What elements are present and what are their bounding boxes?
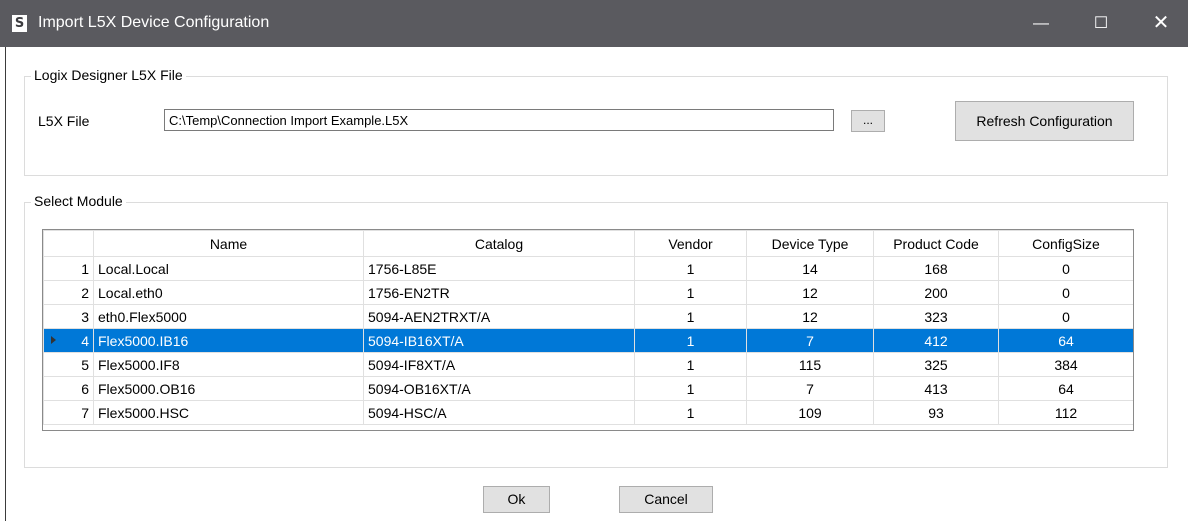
cell-product-code[interactable]: 200 xyxy=(873,280,999,305)
cell-name[interactable]: eth0.Flex5000 xyxy=(93,304,364,329)
cell-vendor[interactable]: 1 xyxy=(634,304,747,329)
module-grid[interactable]: Name Catalog Vendor Device Type Product … xyxy=(42,229,1134,431)
l5x-file-label: L5X File xyxy=(38,113,90,129)
row-header[interactable]: 3 xyxy=(43,304,94,329)
row-header[interactable]: 4 xyxy=(43,328,94,353)
current-row-arrow-icon xyxy=(51,336,56,344)
cell-config-size[interactable]: 64 xyxy=(998,376,1133,401)
cancel-button[interactable]: Cancel xyxy=(619,486,713,513)
cell-config-size[interactable]: 64 xyxy=(998,328,1133,353)
table-row[interactable]: 6 Flex5000.OB16 5094-OB16XT/A 1 7 413 64 xyxy=(43,376,1133,401)
cell-name[interactable]: Local.Local xyxy=(93,256,364,281)
cell-device-type[interactable]: 109 xyxy=(746,400,874,425)
column-header-catalog[interactable]: Catalog xyxy=(363,230,635,257)
column-header-config-size[interactable]: ConfigSize xyxy=(998,230,1133,257)
row-index: 2 xyxy=(81,284,89,301)
cell-catalog[interactable]: 1756-EN2TR xyxy=(363,280,635,305)
cell-product-code[interactable]: 168 xyxy=(873,256,999,281)
cell-catalog[interactable]: 1756-L85E xyxy=(363,256,635,281)
row-index: 3 xyxy=(81,308,89,325)
minimize-icon[interactable]: — xyxy=(1018,0,1064,47)
app-logo-icon: S xyxy=(12,15,27,32)
row-index: 4 xyxy=(81,332,89,349)
cell-product-code[interactable]: 412 xyxy=(873,328,999,353)
cell-catalog[interactable]: 5094-OB16XT/A xyxy=(363,376,635,401)
cell-vendor[interactable]: 1 xyxy=(634,328,747,353)
window-title: Import L5X Device Configuration xyxy=(38,14,270,31)
l5x-file-group-legend: Logix Designer L5X File xyxy=(31,67,186,83)
cell-vendor[interactable]: 1 xyxy=(634,256,747,281)
row-index: 1 xyxy=(81,260,89,277)
cell-device-type[interactable]: 12 xyxy=(746,304,874,329)
cell-config-size[interactable]: 0 xyxy=(998,280,1133,305)
maximize-icon[interactable]: ☐ xyxy=(1078,0,1124,47)
cell-catalog[interactable]: 5094-IF8XT/A xyxy=(363,352,635,377)
cell-product-code[interactable]: 323 xyxy=(873,304,999,329)
column-header-name[interactable]: Name xyxy=(93,230,364,257)
cell-vendor[interactable]: 1 xyxy=(634,352,747,377)
row-index: 6 xyxy=(81,380,89,397)
row-header[interactable]: 7 xyxy=(43,400,94,425)
table-row[interactable]: 5 Flex5000.IF8 5094-IF8XT/A 1 115 325 38… xyxy=(43,352,1133,377)
cell-device-type[interactable]: 115 xyxy=(746,352,874,377)
row-index: 5 xyxy=(81,356,89,373)
close-icon[interactable]: ✕ xyxy=(1138,0,1184,47)
cell-product-code[interactable]: 93 xyxy=(873,400,999,425)
cell-catalog[interactable]: 5094-AEN2TRXT/A xyxy=(363,304,635,329)
row-header[interactable]: 5 xyxy=(43,352,94,377)
cell-device-type[interactable]: 7 xyxy=(746,328,874,353)
cell-device-type[interactable]: 14 xyxy=(746,256,874,281)
cell-name[interactable]: Flex5000.IB16 xyxy=(93,328,364,353)
table-row[interactable]: 4 Flex5000.IB16 5094-IB16XT/A 1 7 412 64 xyxy=(43,328,1133,353)
cell-product-code[interactable]: 325 xyxy=(873,352,999,377)
import-dialog: S Import L5X Device Configuration — ☐ ✕ … xyxy=(0,0,1188,521)
column-header-row-index xyxy=(43,230,94,257)
table-header-row: Name Catalog Vendor Device Type Product … xyxy=(43,230,1133,257)
cell-name[interactable]: Flex5000.OB16 xyxy=(93,376,364,401)
cell-vendor[interactable]: 1 xyxy=(634,376,747,401)
select-module-group-legend: Select Module xyxy=(31,193,126,209)
cell-config-size[interactable]: 0 xyxy=(998,256,1133,281)
cell-device-type[interactable]: 7 xyxy=(746,376,874,401)
ok-button[interactable]: Ok xyxy=(483,486,550,513)
l5x-file-path-input[interactable] xyxy=(164,109,834,131)
module-table: Name Catalog Vendor Device Type Product … xyxy=(43,230,1133,425)
title-bar[interactable]: S Import L5X Device Configuration — ☐ ✕ xyxy=(0,0,1188,47)
cell-vendor[interactable]: 1 xyxy=(634,280,747,305)
refresh-configuration-button[interactable]: Refresh Configuration xyxy=(955,101,1134,141)
row-header[interactable]: 2 xyxy=(43,280,94,305)
row-header[interactable]: 1 xyxy=(43,256,94,281)
column-header-device-type[interactable]: Device Type xyxy=(746,230,874,257)
cell-name[interactable]: Flex5000.IF8 xyxy=(93,352,364,377)
table-row[interactable]: 2 Local.eth0 1756-EN2TR 1 12 200 0 xyxy=(43,280,1133,305)
table-row[interactable]: 1 Local.Local 1756-L85E 1 14 168 0 xyxy=(43,256,1133,281)
cell-config-size[interactable]: 112 xyxy=(998,400,1133,425)
cell-vendor[interactable]: 1 xyxy=(634,400,747,425)
row-header[interactable]: 6 xyxy=(43,376,94,401)
table-row[interactable]: 7 Flex5000.HSC 5094-HSC/A 1 109 93 112 xyxy=(43,400,1133,425)
cell-catalog[interactable]: 5094-HSC/A xyxy=(363,400,635,425)
browse-button[interactable]: ... xyxy=(851,110,885,132)
cell-device-type[interactable]: 12 xyxy=(746,280,874,305)
table-row[interactable]: 3 eth0.Flex5000 5094-AEN2TRXT/A 1 12 323… xyxy=(43,304,1133,329)
column-header-product-code[interactable]: Product Code xyxy=(873,230,999,257)
cell-product-code[interactable]: 413 xyxy=(873,376,999,401)
window-left-border xyxy=(5,47,6,521)
cell-config-size[interactable]: 0 xyxy=(998,304,1133,329)
cell-name[interactable]: Local.eth0 xyxy=(93,280,364,305)
column-header-vendor[interactable]: Vendor xyxy=(634,230,747,257)
row-index: 7 xyxy=(81,404,89,421)
cell-catalog[interactable]: 5094-IB16XT/A xyxy=(363,328,635,353)
cell-name[interactable]: Flex5000.HSC xyxy=(93,400,364,425)
cell-config-size[interactable]: 384 xyxy=(998,352,1133,377)
